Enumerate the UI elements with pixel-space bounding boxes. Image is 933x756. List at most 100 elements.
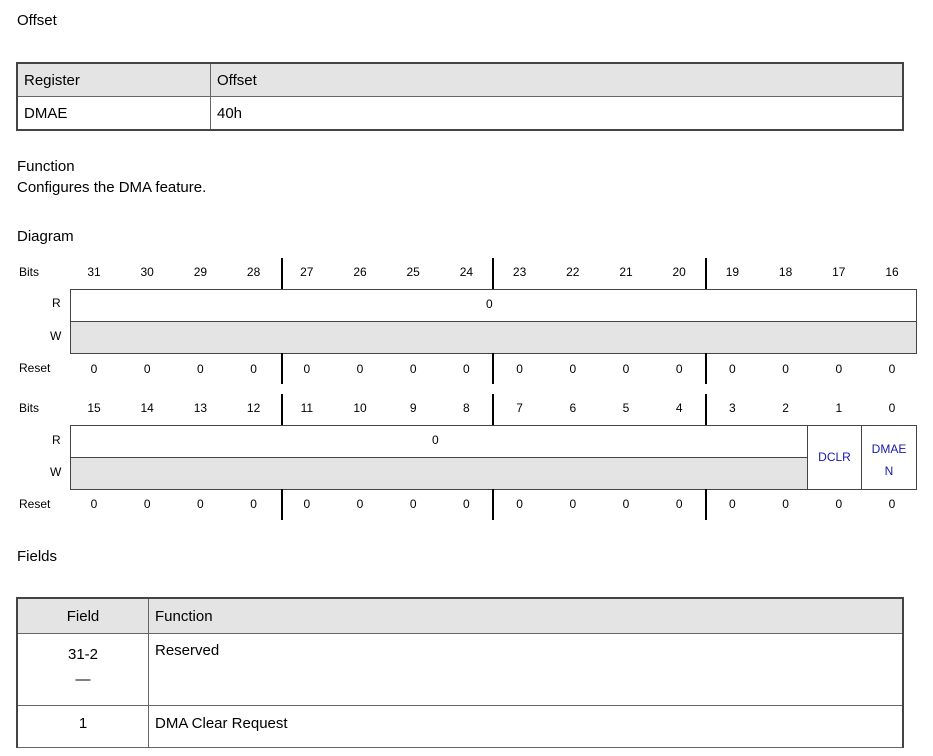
fields-header-field: Field	[16, 597, 149, 634]
offset-table: Register Offset DMAE 40h	[16, 62, 904, 131]
field-dmaen: DMAE N	[861, 425, 917, 490]
bit-number: 0	[888, 401, 896, 415]
lower-r-value: 0	[432, 433, 439, 447]
lower-w-row	[70, 457, 809, 490]
function-heading: Function	[17, 158, 75, 175]
bit-number: 30	[140, 265, 154, 279]
bit-number: 22	[566, 265, 580, 279]
diagram-heading: Diagram	[17, 228, 74, 245]
upper-r-row	[70, 289, 917, 322]
divider	[281, 353, 283, 384]
bit-number: 14	[140, 401, 154, 415]
table-row: 31-2 — Reserved	[16, 633, 904, 706]
upper-w-row	[70, 321, 917, 354]
fields-header-function: Function	[148, 597, 904, 634]
field-dclr-label: DCLR	[818, 450, 851, 464]
reset-value: 0	[356, 497, 364, 511]
bit-number: 15	[87, 401, 101, 415]
reset-value: 0	[782, 497, 789, 511]
field-cell: 1	[16, 705, 149, 748]
bit-number: 26	[353, 265, 367, 279]
reset-value: 0	[356, 362, 364, 376]
divider	[281, 394, 283, 425]
bit-number: 13	[193, 401, 208, 415]
function-cell: DMA Clear Request	[148, 705, 904, 748]
reset-value: 0	[622, 362, 630, 376]
offset-table-register-value: DMAE	[16, 96, 211, 131]
offset-table-header-offset: Offset	[210, 62, 904, 97]
bit-number: 25	[406, 265, 420, 279]
r-label-lower: R	[52, 433, 61, 447]
reset-value: 0	[729, 497, 736, 511]
reset-value: 0	[569, 497, 577, 511]
field-bits: 31-2	[67, 646, 99, 663]
reset-value: 0	[250, 362, 257, 376]
bit-number: 20	[672, 265, 686, 279]
reset-value: 0	[835, 497, 843, 511]
reset-value: 0	[197, 497, 204, 511]
w-label-upper: W	[50, 329, 62, 343]
reset-value: 0	[409, 497, 417, 511]
reset-value: 0	[143, 362, 151, 376]
reset-value: 0	[835, 362, 843, 376]
reset-value: 0	[143, 497, 151, 511]
divider	[492, 353, 494, 384]
reset-value: 0	[622, 497, 630, 511]
offset-table-header-register: Register	[16, 62, 211, 97]
reset-value: 0	[675, 362, 683, 376]
reset-label-upper: Reset	[19, 361, 51, 375]
bit-number: 12	[246, 401, 261, 415]
bit-number: 11	[300, 401, 314, 415]
divider	[705, 258, 707, 289]
bit-number: 17	[832, 265, 846, 279]
reset-value: 0	[729, 362, 736, 376]
field-dmaen-label-line1: DMAE	[871, 442, 907, 456]
reset-value: 0	[197, 362, 204, 376]
table-row: 1 DMA Clear Request	[16, 705, 904, 748]
divider	[492, 394, 494, 425]
bits-label-upper: Bits	[19, 265, 40, 279]
reset-value: 0	[516, 497, 523, 511]
bit-number: 18	[778, 265, 793, 279]
bit-number: 24	[459, 265, 474, 279]
bit-number: 4	[675, 401, 683, 415]
reset-value: 0	[782, 362, 789, 376]
reset-value: 0	[463, 362, 470, 376]
upper-r-value: 0	[486, 297, 493, 311]
reset-value: 0	[516, 362, 523, 376]
bit-number: 6	[569, 401, 577, 415]
function-text: Configures the DMA feature.	[17, 179, 207, 196]
bit-number: 23	[512, 265, 527, 279]
bits-label-lower: Bits	[19, 401, 40, 415]
divider	[705, 489, 707, 520]
bit-number: 1	[835, 401, 843, 415]
bit-number: 31	[87, 265, 101, 279]
divider	[281, 258, 283, 289]
divider	[281, 489, 283, 520]
bit-number: 3	[729, 401, 736, 415]
reset-value: 0	[888, 362, 896, 376]
field-dmaen-label-line2: N	[884, 464, 894, 478]
field-dclr: DCLR	[807, 425, 862, 490]
fields-heading: Fields	[17, 548, 58, 565]
bit-number: 21	[619, 265, 633, 279]
bit-number: 16	[885, 265, 899, 279]
bit-number: 10	[353, 401, 367, 415]
divider	[705, 394, 707, 425]
reset-value: 0	[250, 497, 257, 511]
bit-number: 29	[193, 265, 208, 279]
reset-value: 0	[303, 362, 311, 376]
reset-value: 0	[463, 497, 470, 511]
field-cell: 31-2 —	[16, 633, 149, 706]
reset-value: 0	[675, 497, 683, 511]
divider	[492, 489, 494, 520]
bit-number: 28	[246, 265, 261, 279]
divider	[492, 258, 494, 289]
r-label-upper: R	[52, 296, 61, 310]
bit-number: 8	[463, 401, 470, 415]
reset-label-lower: Reset	[19, 497, 51, 511]
field-access: —	[75, 671, 91, 688]
bit-number: 19	[725, 265, 740, 279]
bit-number: 7	[516, 401, 523, 415]
offset-heading: Offset	[17, 12, 57, 29]
